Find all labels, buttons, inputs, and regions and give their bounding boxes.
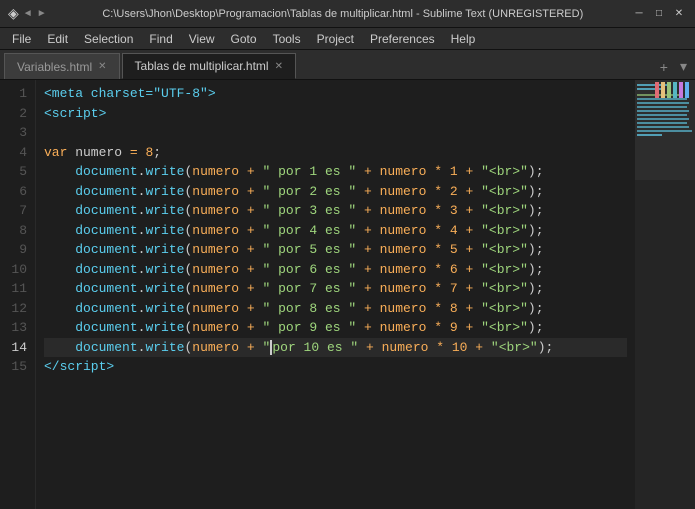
menu-file[interactable]: File bbox=[4, 30, 39, 48]
titlebar: ◈ ◄ ► C:\Users\Jhon\Desktop\Programacion… bbox=[0, 0, 695, 28]
tab-variables-label: Variables.html bbox=[17, 60, 92, 74]
code-line-4: var numero = 8; bbox=[44, 143, 627, 163]
window-title: C:\Users\Jhon\Desktop\Programacion\Tabla… bbox=[55, 8, 631, 20]
menu-selection[interactable]: Selection bbox=[76, 30, 141, 48]
tab-add-button[interactable]: + bbox=[656, 59, 672, 75]
menu-help[interactable]: Help bbox=[443, 30, 484, 48]
tab-tablas[interactable]: Tablas de multiplicar.html ✕ bbox=[122, 53, 296, 79]
code-line-8: document.write(numero + " por 4 es " + n… bbox=[44, 221, 627, 241]
code-line-5: document.write(numero + " por 1 es " + n… bbox=[44, 162, 627, 182]
app-icon-area: ◈ ◄ ► bbox=[8, 5, 47, 22]
menu-project[interactable]: Project bbox=[309, 30, 362, 48]
line-num-14: 14 bbox=[8, 338, 27, 358]
tab-tablas-label: Tablas de multiplicar.html bbox=[135, 59, 269, 73]
menu-find[interactable]: Find bbox=[141, 30, 180, 48]
minimap bbox=[635, 80, 695, 509]
minimap-visualization bbox=[635, 80, 695, 509]
line-num-9: 9 bbox=[8, 240, 27, 260]
line-num-12: 12 bbox=[8, 299, 27, 319]
tab-variables[interactable]: Variables.html ✕ bbox=[4, 53, 120, 79]
tab-overflow-button[interactable]: ▾ bbox=[676, 58, 691, 75]
code-area[interactable]: <meta charset="UTF-8"> <script> var nume… bbox=[36, 80, 635, 509]
tab-tablas-close[interactable]: ✕ bbox=[275, 61, 283, 72]
code-line-6: document.write(numero + " por 2 es " + n… bbox=[44, 182, 627, 202]
menu-goto[interactable]: Goto bbox=[223, 30, 265, 48]
nav-forward[interactable]: ► bbox=[37, 8, 47, 19]
line-num-15: 15 bbox=[8, 357, 27, 377]
minimize-button[interactable]: ─ bbox=[631, 6, 647, 22]
line-numbers: 1 2 3 4 5 6 7 8 9 10 11 12 13 14 15 bbox=[0, 80, 36, 509]
line-num-3: 3 bbox=[8, 123, 27, 143]
line-num-6: 6 bbox=[8, 182, 27, 202]
code-line-3 bbox=[44, 123, 627, 143]
menu-edit[interactable]: Edit bbox=[39, 30, 76, 48]
line-num-5: 5 bbox=[8, 162, 27, 182]
menu-tools[interactable]: Tools bbox=[265, 30, 309, 48]
line-num-2: 2 bbox=[8, 104, 27, 124]
maximize-button[interactable]: □ bbox=[651, 6, 667, 22]
code-line-11: document.write(numero + " por 7 es " + n… bbox=[44, 279, 627, 299]
menu-view[interactable]: View bbox=[181, 30, 223, 48]
code-line-13: document.write(numero + " por 9 es " + n… bbox=[44, 318, 627, 338]
tab-variables-close[interactable]: ✕ bbox=[98, 61, 106, 72]
menubar: File Edit Selection Find View Goto Tools… bbox=[0, 28, 695, 50]
tabbar: Variables.html ✕ Tablas de multiplicar.h… bbox=[0, 50, 695, 80]
code-line-2: <script> bbox=[44, 104, 627, 124]
minimap-top-bar bbox=[635, 80, 695, 100]
close-button[interactable]: ✕ bbox=[671, 6, 687, 22]
code-line-15: </script> bbox=[44, 357, 627, 377]
code-line-12: document.write(numero + " por 8 es " + n… bbox=[44, 299, 627, 319]
code-line-9: document.write(numero + " por 5 es " + n… bbox=[44, 240, 627, 260]
code-line-10: document.write(numero + " por 6 es " + n… bbox=[44, 260, 627, 280]
code-line-7: document.write(numero + " por 3 es " + n… bbox=[44, 201, 627, 221]
line-num-13: 13 bbox=[8, 318, 27, 338]
line-num-8: 8 bbox=[8, 221, 27, 241]
code-line-1: <meta charset="UTF-8"> bbox=[44, 84, 627, 104]
menu-preferences[interactable]: Preferences bbox=[362, 30, 443, 48]
line-num-10: 10 bbox=[8, 260, 27, 280]
app-icon: ◈ bbox=[8, 5, 19, 22]
code-line-14: document.write(numero + "por 10 es " + n… bbox=[44, 338, 627, 358]
editor: 1 2 3 4 5 6 7 8 9 10 11 12 13 14 15 <met… bbox=[0, 80, 695, 509]
line-num-11: 11 bbox=[8, 279, 27, 299]
window-controls: ─ □ ✕ bbox=[631, 6, 687, 22]
nav-back[interactable]: ◄ bbox=[23, 8, 33, 19]
tab-actions: + ▾ bbox=[656, 58, 691, 79]
line-num-7: 7 bbox=[8, 201, 27, 221]
line-num-4: 4 bbox=[8, 143, 27, 163]
line-num-1: 1 bbox=[8, 84, 27, 104]
